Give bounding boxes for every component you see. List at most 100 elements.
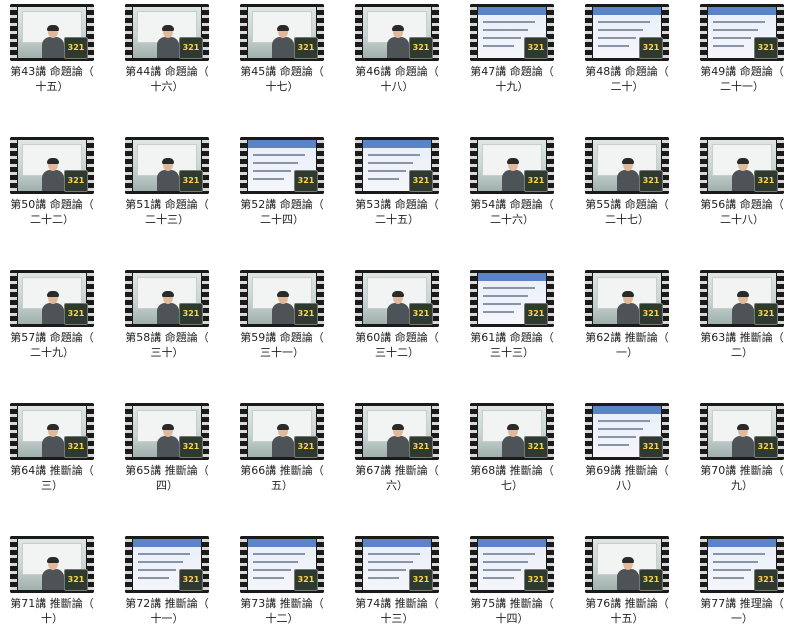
video-thumbnail[interactable]: 321 bbox=[125, 270, 209, 327]
video-title[interactable]: 第46講 命題論（ 十八） bbox=[347, 64, 447, 94]
video-item[interactable]: 321 第56講 命題論（ 二十八） bbox=[692, 137, 792, 227]
video-title[interactable]: 第47講 命題論（ 十九） bbox=[462, 64, 562, 94]
video-item[interactable]: 321 第75講 推斷論（ 十四） bbox=[462, 536, 562, 626]
video-thumbnail[interactable]: 321 bbox=[355, 536, 439, 593]
video-thumbnail[interactable]: 321 bbox=[585, 270, 669, 327]
video-item[interactable]: 321 第70講 推斷論（ 九） bbox=[692, 403, 792, 493]
video-thumbnail[interactable]: 321 bbox=[240, 4, 324, 61]
video-title[interactable]: 第56講 命題論（ 二十八） bbox=[692, 197, 792, 227]
video-title[interactable]: 第74講 推斷論（ 十三） bbox=[347, 596, 447, 626]
video-title[interactable]: 第52講 命題論（ 二十四） bbox=[232, 197, 332, 227]
video-title[interactable]: 第45講 命題論（ 十七） bbox=[232, 64, 332, 94]
video-thumbnail[interactable]: 321 bbox=[700, 536, 784, 593]
video-item[interactable]: 321 第65講 推斷論（ 四） bbox=[117, 403, 217, 493]
video-item[interactable]: 321 第64講 推斷論（ 三） bbox=[2, 403, 102, 493]
video-thumbnail[interactable]: 321 bbox=[125, 4, 209, 61]
video-thumbnail[interactable]: 321 bbox=[585, 4, 669, 61]
video-item[interactable]: 321 第58講 命題論（ 三十） bbox=[117, 270, 217, 360]
video-item[interactable]: 321 第45講 命題論（ 十七） bbox=[232, 4, 332, 94]
video-title[interactable]: 第60講 命題論（ 三十二） bbox=[347, 330, 447, 360]
video-title[interactable]: 第57講 命題論（ 二十九） bbox=[2, 330, 102, 360]
video-item[interactable]: 321 第73講 推斷論（ 十二） bbox=[232, 536, 332, 626]
video-item[interactable]: 321 第52講 命題論（ 二十四） bbox=[232, 137, 332, 227]
video-title[interactable]: 第70講 推斷論（ 九） bbox=[692, 463, 792, 493]
video-title[interactable]: 第54講 命題論（ 二十六） bbox=[462, 197, 562, 227]
video-title[interactable]: 第68講 推斷論（ 七） bbox=[462, 463, 562, 493]
video-title[interactable]: 第66講 推斷論（ 五） bbox=[232, 463, 332, 493]
video-thumbnail[interactable]: 321 bbox=[355, 403, 439, 460]
video-title[interactable]: 第55講 命題論（ 二十七） bbox=[577, 197, 677, 227]
video-title[interactable]: 第63講 推斷論（ 二） bbox=[692, 330, 792, 360]
video-item[interactable]: 321 第67講 推斷論（ 六） bbox=[347, 403, 447, 493]
video-thumbnail[interactable]: 321 bbox=[355, 4, 439, 61]
video-thumbnail[interactable]: 321 bbox=[470, 403, 554, 460]
video-item[interactable]: 321 第61講 命題論（ 三十三） bbox=[462, 270, 562, 360]
video-thumbnail[interactable]: 321 bbox=[470, 536, 554, 593]
video-title[interactable]: 第43講 命題論（ 十五） bbox=[2, 64, 102, 94]
video-title[interactable]: 第53講 命題論（ 二十五） bbox=[347, 197, 447, 227]
video-item[interactable]: 321 第55講 命題論（ 二十七） bbox=[577, 137, 677, 227]
video-thumbnail[interactable]: 321 bbox=[240, 403, 324, 460]
video-title[interactable]: 第51講 命題論（ 二十三） bbox=[117, 197, 217, 227]
video-item[interactable]: 321 第48講 命題論（ 二十） bbox=[577, 4, 677, 94]
video-title[interactable]: 第67講 推斷論（ 六） bbox=[347, 463, 447, 493]
video-thumbnail[interactable]: 321 bbox=[355, 270, 439, 327]
video-thumbnail[interactable]: 321 bbox=[125, 137, 209, 194]
video-title[interactable]: 第65講 推斷論（ 四） bbox=[117, 463, 217, 493]
video-thumbnail[interactable]: 321 bbox=[10, 270, 94, 327]
video-item[interactable]: 321 第62講 推斷論（ 一） bbox=[577, 270, 677, 360]
video-item[interactable]: 321 第69講 推斷論（ 八） bbox=[577, 403, 677, 493]
video-title[interactable]: 第72講 推斷論（ 十一） bbox=[117, 596, 217, 626]
video-title[interactable]: 第50講 命題論（ 二十二） bbox=[2, 197, 102, 227]
video-title[interactable]: 第73講 推斷論（ 十二） bbox=[232, 596, 332, 626]
video-title[interactable]: 第48講 命題論（ 二十） bbox=[577, 64, 677, 94]
video-thumbnail[interactable]: 321 bbox=[700, 4, 784, 61]
video-title[interactable]: 第64講 推斷論（ 三） bbox=[2, 463, 102, 493]
video-thumbnail[interactable]: 321 bbox=[585, 403, 669, 460]
video-thumbnail[interactable]: 321 bbox=[240, 536, 324, 593]
video-thumbnail[interactable]: 321 bbox=[585, 137, 669, 194]
video-item[interactable]: 321 第51講 命題論（ 二十三） bbox=[117, 137, 217, 227]
video-thumbnail[interactable]: 321 bbox=[700, 403, 784, 460]
video-item[interactable]: 321 第71講 推斷論（ 十） bbox=[2, 536, 102, 626]
video-title[interactable]: 第71講 推斷論（ 十） bbox=[2, 596, 102, 626]
video-thumbnail[interactable]: 321 bbox=[10, 137, 94, 194]
video-title[interactable]: 第75講 推斷論（ 十四） bbox=[462, 596, 562, 626]
video-title[interactable]: 第62講 推斷論（ 一） bbox=[577, 330, 677, 360]
video-thumbnail[interactable]: 321 bbox=[700, 137, 784, 194]
video-item[interactable]: 321 第49講 命題論（ 二十一） bbox=[692, 4, 792, 94]
video-title[interactable]: 第44講 命題論（ 十六） bbox=[117, 64, 217, 94]
video-item[interactable]: 321 第74講 推斷論（ 十三） bbox=[347, 536, 447, 626]
video-title[interactable]: 第69講 推斷論（ 八） bbox=[577, 463, 677, 493]
video-thumbnail[interactable]: 321 bbox=[125, 403, 209, 460]
video-item[interactable]: 321 第63講 推斷論（ 二） bbox=[692, 270, 792, 360]
video-item[interactable]: 321 第59講 命題論（ 三十一） bbox=[232, 270, 332, 360]
video-title[interactable]: 第76講 推斷論（ 十五） bbox=[577, 596, 677, 626]
video-item[interactable]: 321 第68講 推斷論（ 七） bbox=[462, 403, 562, 493]
video-item[interactable]: 321 第66講 推斷論（ 五） bbox=[232, 403, 332, 493]
video-title[interactable]: 第61講 命題論（ 三十三） bbox=[462, 330, 562, 360]
video-thumbnail[interactable]: 321 bbox=[10, 403, 94, 460]
video-thumbnail[interactable]: 321 bbox=[10, 4, 94, 61]
video-item[interactable]: 321 第60講 命題論（ 三十二） bbox=[347, 270, 447, 360]
video-thumbnail[interactable]: 321 bbox=[585, 536, 669, 593]
video-thumbnail[interactable]: 321 bbox=[125, 536, 209, 593]
video-thumbnail[interactable]: 321 bbox=[10, 536, 94, 593]
video-thumbnail[interactable]: 321 bbox=[700, 270, 784, 327]
video-item[interactable]: 321 第53講 命題論（ 二十五） bbox=[347, 137, 447, 227]
video-title[interactable]: 第59講 命題論（ 三十一） bbox=[232, 330, 332, 360]
video-thumbnail[interactable]: 321 bbox=[470, 270, 554, 327]
video-thumbnail[interactable]: 321 bbox=[470, 137, 554, 194]
video-item[interactable]: 321 第44講 命題論（ 十六） bbox=[117, 4, 217, 94]
video-item[interactable]: 321 第72講 推斷論（ 十一） bbox=[117, 536, 217, 626]
video-item[interactable]: 321 第76講 推斷論（ 十五） bbox=[577, 536, 677, 626]
video-item[interactable]: 321 第57講 命題論（ 二十九） bbox=[2, 270, 102, 360]
video-item[interactable]: 321 第43講 命題論（ 十五） bbox=[2, 4, 102, 94]
video-title[interactable]: 第49講 命題論（ 二十一） bbox=[692, 64, 792, 94]
video-thumbnail[interactable]: 321 bbox=[240, 137, 324, 194]
video-item[interactable]: 321 第54講 命題論（ 二十六） bbox=[462, 137, 562, 227]
video-item[interactable]: 321 第77講 推理論（ 一） bbox=[692, 536, 792, 626]
video-item[interactable]: 321 第46講 命題論（ 十八） bbox=[347, 4, 447, 94]
video-thumbnail[interactable]: 321 bbox=[240, 270, 324, 327]
video-title[interactable]: 第58講 命題論（ 三十） bbox=[117, 330, 217, 360]
